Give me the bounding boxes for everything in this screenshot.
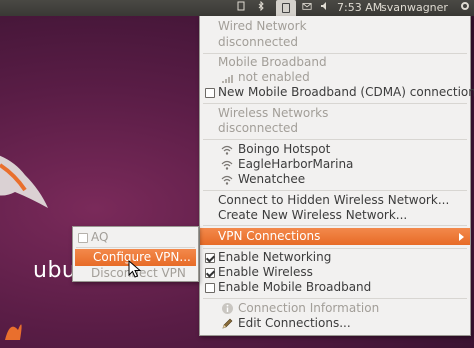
separator (203, 139, 467, 140)
enable-mobile-broadband-item[interactable]: Enable Mobile Broadband (200, 280, 470, 295)
info-icon (222, 303, 233, 314)
clock-label[interactable]: 7:53 AM (337, 0, 382, 16)
create-wireless-network-item[interactable]: Create New Wireless Network... (200, 208, 470, 223)
wifi-signal-icon (221, 160, 233, 170)
wired-network-status: disconnected (218, 35, 299, 49)
network-menu: Wired Network disconnected Mobile Broadb… (199, 16, 474, 336)
separator (203, 190, 467, 191)
signal-bars-icon (222, 75, 233, 83)
enable-networking-checkbox[interactable] (205, 253, 215, 263)
mobile-broadband-status: not enabled (200, 70, 470, 85)
new-mobile-checkbox[interactable] (205, 88, 215, 98)
mobile-broadband-header: Mobile Broadband (218, 55, 327, 69)
enable-networking-item[interactable]: Enable Networking (200, 250, 470, 265)
network-icon[interactable] (276, 0, 296, 16)
wallpaper-logo (0, 155, 48, 208)
separator (203, 298, 467, 299)
separator (203, 103, 467, 104)
vpn-connections-item[interactable]: VPN Connections (200, 228, 470, 245)
indicator-icon[interactable] (236, 0, 246, 16)
wifi-network-item[interactable]: EagleHarborMarina (200, 157, 470, 172)
wifi-signal-icon (221, 175, 233, 185)
vpn-aq-item: AQ (73, 230, 198, 245)
wired-network-header: Wired Network (218, 19, 307, 33)
user-name[interactable]: svanwagner (381, 0, 448, 16)
separator (203, 53, 467, 54)
mouse-cursor-icon (128, 260, 142, 278)
wifi-signal-icon (221, 145, 233, 155)
gear-icon[interactable] (460, 0, 470, 16)
vpn-aq-checkbox (78, 233, 88, 243)
enable-wireless-item[interactable]: Enable Wireless (200, 265, 470, 280)
edit-icon (222, 318, 233, 329)
wallpaper-flame (5, 324, 22, 340)
new-mobile-broadband-item[interactable]: New Mobile Broadband (CDMA) connection..… (200, 85, 474, 100)
submenu-arrow-icon (459, 233, 464, 241)
wifi-network-item[interactable]: Wenatchee (200, 172, 470, 187)
desktop-brand-text: ubu (33, 258, 77, 283)
enable-wireless-checkbox[interactable] (205, 268, 215, 278)
top-panel: 7:53 AM svanwagner (0, 0, 474, 16)
wireless-networks-header: Wireless Networks (218, 106, 329, 120)
separator (203, 248, 467, 249)
separator (76, 247, 195, 248)
edit-connections-item[interactable]: Edit Connections... (200, 316, 470, 331)
enable-mobile-checkbox[interactable] (205, 283, 215, 293)
separator (203, 225, 467, 226)
volume-icon[interactable] (320, 0, 330, 16)
mail-icon[interactable] (302, 0, 312, 16)
wifi-network-item[interactable]: Boingo Hotspot (200, 142, 470, 157)
connect-hidden-network-item[interactable]: Connect to Hidden Wireless Network... (200, 193, 470, 208)
wireless-networks-status: disconnected (218, 121, 299, 135)
connection-information-item: Connection Information (200, 301, 470, 316)
bluetooth-icon[interactable] (256, 0, 266, 16)
